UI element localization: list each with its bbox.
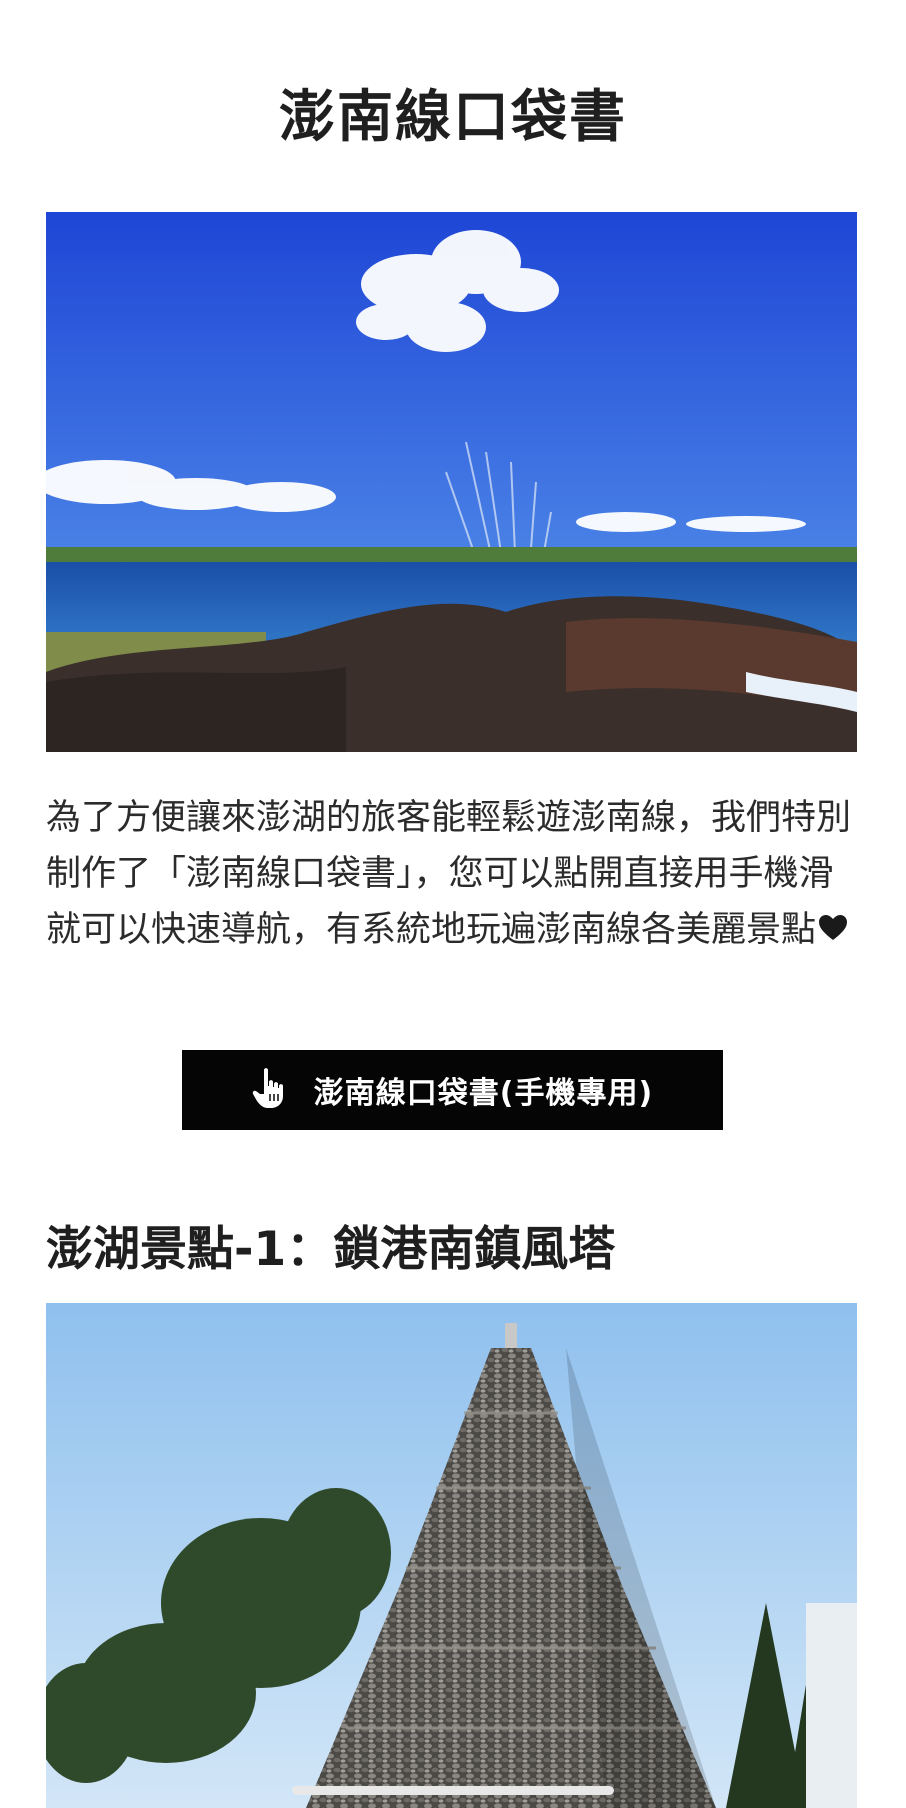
spot-1-photo-wind-tower [46,1303,857,1808]
page-title: 澎南線口袋書 [279,85,627,150]
heart-icon [818,903,848,959]
home-indicator[interactable] [292,1786,614,1795]
spot-1-heading: 澎湖景點-1：鎖港南鎮風塔 [46,1222,616,1277]
intro-paragraph: 為了方便讓來澎湖的旅客能輕鬆遊澎南線，我們特別制作了「澎南線口袋書」，您可以點開… [46,790,858,959]
pocket-book-button-label: 澎南線口袋書(手機專用) [313,1076,654,1111]
intro-text: 為了方便讓來澎湖的旅客能輕鬆遊澎南線，我們特別制作了「澎南線口袋書」，您可以點開… [46,798,852,950]
hero-photo-blowhole [46,212,857,752]
pocket-book-button[interactable]: 澎南線口袋書(手機專用) [182,1050,723,1130]
pointing-hand-icon [252,1066,288,1114]
